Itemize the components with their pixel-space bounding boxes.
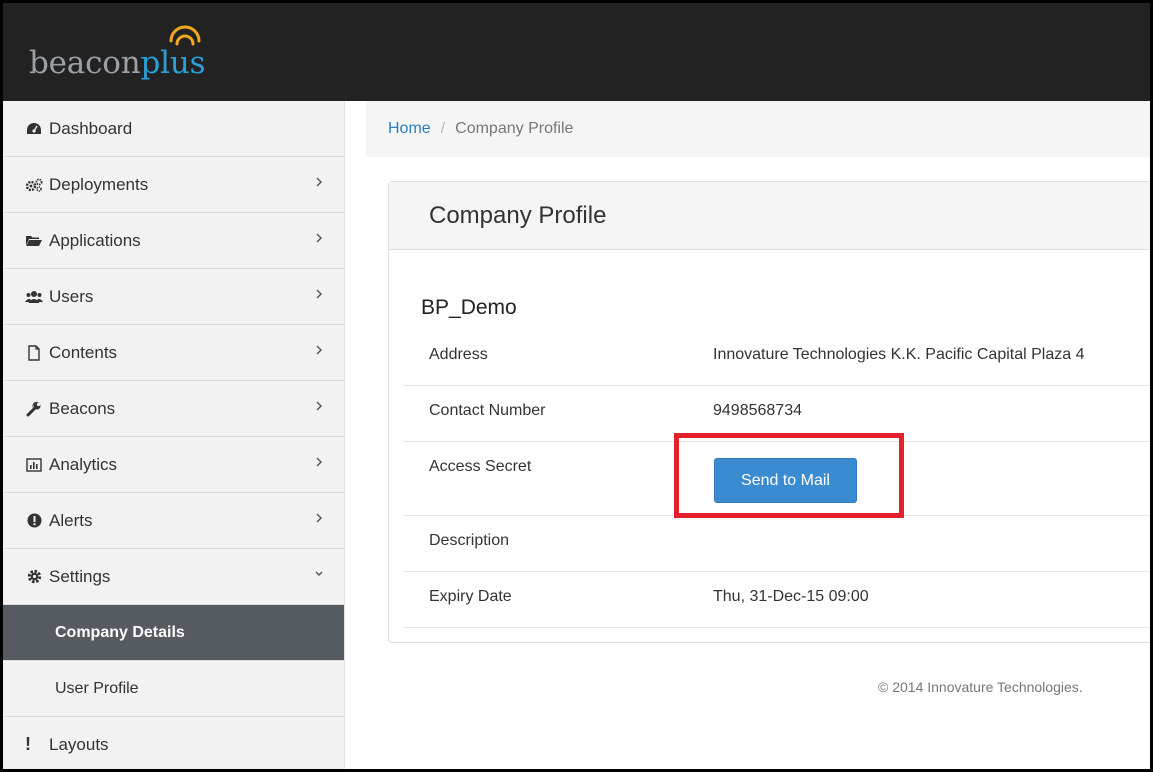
- app-frame: beaconplus Dashboard Deployments Applica…: [0, 0, 1153, 772]
- sidebar-item-beacons[interactable]: Beacons: [3, 381, 344, 437]
- cog-icon: [25, 569, 43, 584]
- wrench-icon: [25, 401, 43, 417]
- sidebar: Dashboard Deployments Applications Users: [3, 101, 345, 769]
- sidebar-item-analytics[interactable]: Analytics: [3, 437, 344, 493]
- sidebar-item-contents[interactable]: Contents: [3, 325, 344, 381]
- sidebar-item-alerts[interactable]: Alerts: [3, 493, 344, 549]
- sidebar-item-applications[interactable]: Applications: [3, 213, 344, 269]
- sidebar-item-dashboard[interactable]: Dashboard: [3, 101, 344, 157]
- sidebar-item-label: Contents: [49, 342, 118, 362]
- gears-icon: [25, 178, 43, 192]
- sidebar-item-label: Beacons: [49, 398, 116, 418]
- breadcrumb-current: Company Profile: [455, 120, 574, 137]
- chevron-right-icon: [316, 345, 322, 355]
- users-icon: [25, 290, 43, 304]
- row-label: Description: [429, 532, 510, 549]
- sidebar-subitem-label: Company Details: [55, 623, 185, 641]
- sidebar-item-label: Users: [49, 286, 94, 306]
- company-profile-panel: Company Profile BP_Demo Address Innovatu…: [388, 181, 1150, 643]
- main-content: Home / Company Profile Company Profile B…: [346, 101, 1150, 769]
- table-row-expiry-date: Expiry Date Thu, 31-Dec-15 09:00: [403, 572, 1150, 628]
- sidebar-item-label: Alerts: [49, 510, 93, 530]
- sidebar-subitem-label: User Profile: [55, 679, 139, 697]
- sidebar-item-label: Deployments: [49, 174, 149, 194]
- file-icon: [25, 344, 43, 361]
- chevron-right-icon: [316, 177, 322, 187]
- footer-copyright: © 2014 Innovature Technologies.: [878, 679, 1083, 695]
- logo-text-beacon: beacon: [29, 45, 141, 81]
- chevron-right-icon: [316, 457, 322, 467]
- sidebar-item-layouts[interactable]: ! Layouts: [3, 717, 344, 769]
- sidebar-item-deployments[interactable]: Deployments: [3, 157, 344, 213]
- row-value: Thu, 31-Dec-15 09:00: [713, 588, 869, 605]
- chevron-right-icon: [316, 289, 322, 299]
- sidebar-item-settings[interactable]: Settings: [3, 549, 344, 605]
- breadcrumb-separator: /: [440, 120, 446, 137]
- dashboard-icon: [25, 122, 43, 136]
- table-row-address: Address Innovature Technologies K.K. Pac…: [403, 330, 1150, 386]
- row-label: Access Secret: [429, 458, 532, 475]
- chevron-right-icon: [316, 401, 322, 411]
- bar-chart-icon: [25, 457, 43, 472]
- logo-text-plus: plus: [140, 45, 206, 81]
- sidebar-item-label: Dashboard: [49, 118, 133, 138]
- sidebar-item-label: Analytics: [49, 454, 118, 474]
- row-label: Expiry Date: [429, 588, 512, 605]
- sidebar-item-label: Applications: [49, 230, 141, 250]
- row-value: 9498568734: [713, 402, 802, 419]
- row-value: Innovature Technologies K.K. Pacific Cap…: [713, 346, 1085, 363]
- logo-wordmark: beaconplus: [29, 45, 206, 81]
- sidebar-item-label: Layouts: [49, 734, 109, 754]
- beaconplus-logo[interactable]: beaconplus: [29, 25, 249, 85]
- chevron-right-icon: [316, 233, 322, 243]
- chevron-right-icon: [316, 513, 322, 523]
- panel-title: Company Profile: [389, 182, 1150, 250]
- row-label: Contact Number: [429, 402, 546, 419]
- sidebar-item-label: Settings: [49, 566, 111, 586]
- sidebar-item-users[interactable]: Users: [3, 269, 344, 325]
- annotation-highlight-box: [674, 433, 904, 518]
- breadcrumb-home-link[interactable]: Home: [388, 120, 431, 138]
- breadcrumb: Home / Company Profile: [366, 101, 1150, 157]
- top-navbar: beaconplus: [3, 3, 1150, 101]
- exclamation-icon: !: [25, 734, 31, 754]
- sidebar-subitem-company-details[interactable]: Company Details: [3, 605, 344, 661]
- row-label: Address: [429, 346, 488, 363]
- table-row-description: Description: [403, 516, 1150, 572]
- exclamation-circle-icon: [25, 513, 43, 528]
- company-name: BP_Demo: [421, 296, 517, 319]
- sidebar-subitem-user-profile[interactable]: User Profile: [3, 661, 344, 717]
- folder-open-icon: [25, 234, 43, 248]
- chevron-down-icon: [315, 571, 323, 576]
